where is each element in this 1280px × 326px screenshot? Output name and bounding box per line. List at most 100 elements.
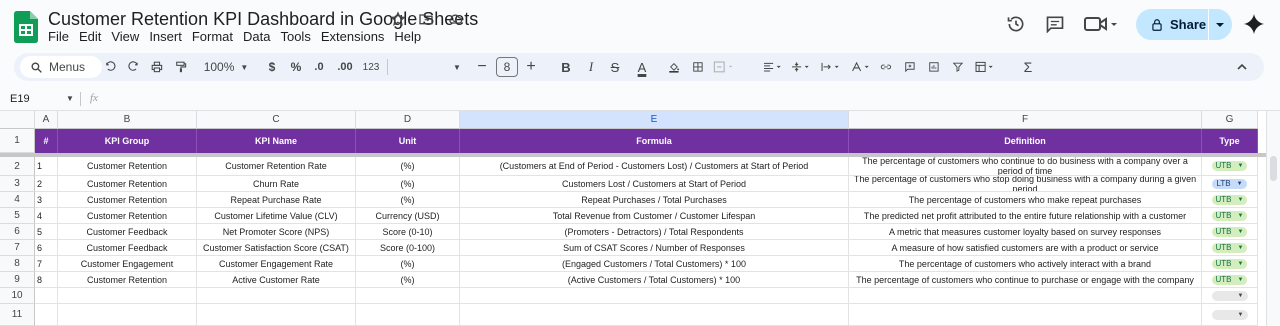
column-header-e[interactable]: E — [460, 111, 849, 129]
cell-col-e-row4[interactable]: Repeat Purchases / Total Purchases — [460, 192, 849, 208]
cell-col-g-row11[interactable]: ▼ — [1202, 304, 1258, 326]
strikethrough-button[interactable]: S — [608, 53, 622, 81]
menu-view[interactable]: View — [111, 29, 145, 44]
font-size-increase-button[interactable]: + — [524, 53, 538, 81]
column-header-d[interactable]: D — [356, 111, 460, 129]
meet-icon[interactable] — [1084, 14, 1120, 34]
percent-format-button[interactable]: % — [288, 53, 304, 81]
header-cell-col-d[interactable]: Unit — [356, 129, 460, 153]
menu-tools[interactable]: Tools — [280, 29, 316, 44]
share-button[interactable]: Share — [1136, 9, 1232, 40]
cell-col-d-row3[interactable]: (%) — [356, 176, 460, 192]
cell-col-a-row6[interactable]: 5 — [35, 224, 58, 240]
type-dropdown-chip[interactable]: UTB ▼ — [1211, 226, 1248, 237]
cell-col-f-row11[interactable] — [849, 304, 1202, 326]
vertical-align-icon[interactable] — [788, 53, 814, 81]
cell-col-g-row7[interactable]: UTB ▼ — [1202, 240, 1258, 256]
insert-comment-icon[interactable] — [902, 53, 918, 81]
undo-icon[interactable] — [102, 53, 120, 81]
cell-col-a-row11[interactable] — [35, 304, 58, 326]
type-dropdown-chip[interactable]: UTB ▼ — [1211, 210, 1248, 221]
comments-icon[interactable] — [1045, 14, 1065, 34]
share-dropdown-icon[interactable] — [1215, 20, 1225, 30]
cell-col-e-row8[interactable]: (Engaged Customers / Total Customers) * … — [460, 256, 849, 272]
history-icon[interactable] — [1006, 14, 1026, 34]
cell-col-d-row10[interactable] — [356, 288, 460, 304]
cell-col-g-row10[interactable]: ▼ — [1202, 288, 1258, 304]
cell-col-e-row9[interactable]: (Active Customers / Total Customers) * 1… — [460, 272, 849, 288]
cell-col-f-row8[interactable]: The percentage of customers who actively… — [849, 256, 1202, 272]
row-header-1[interactable]: 1 — [0, 129, 35, 153]
star-icon[interactable] — [390, 11, 406, 27]
zoom-select[interactable]: 100% ▼ — [200, 53, 252, 81]
cell-col-a-row3[interactable]: 2 — [35, 176, 58, 192]
cell-col-d-row11[interactable] — [356, 304, 460, 326]
cell-col-a-row4[interactable]: 3 — [35, 192, 58, 208]
spreadsheet-grid[interactable]: A B C D E F G 1 2 3 4 5 6 7 8 9 10 11 # KPI Group KPI Name Un… — [0, 111, 1266, 326]
cell-col-d-row9[interactable]: (%) — [356, 272, 460, 288]
menu-insert[interactable]: Insert — [149, 29, 188, 44]
cell-col-a-row9[interactable]: 8 — [35, 272, 58, 288]
cell-col-b-row4[interactable]: Customer Retention — [58, 192, 197, 208]
filter-icon[interactable] — [950, 53, 966, 81]
row-header-11[interactable]: 11 — [0, 304, 35, 326]
cell-col-c-row4[interactable]: Repeat Purchase Rate — [197, 192, 356, 208]
text-wrap-icon[interactable] — [818, 53, 844, 81]
cell-col-f-row4[interactable]: The percentage of customers who make rep… — [849, 192, 1202, 208]
redo-icon[interactable] — [124, 53, 142, 81]
type-dropdown-chip[interactable]: UTB ▼ — [1211, 194, 1248, 205]
increase-decimal-button[interactable]: .00 — [334, 53, 356, 81]
print-icon[interactable] — [148, 53, 166, 81]
cell-col-f-row5[interactable]: The predicted net profit attributed to t… — [849, 208, 1202, 224]
header-cell-col-a[interactable]: # — [35, 129, 58, 153]
insert-chart-icon[interactable] — [926, 53, 942, 81]
cell-col-b-row2[interactable]: Customer Retention — [58, 157, 197, 176]
cell-col-d-row2[interactable]: (%) — [356, 157, 460, 176]
font-size-decrease-button[interactable]: − — [475, 53, 489, 81]
cell-col-d-row7[interactable]: Score (0-100) — [356, 240, 460, 256]
font-size-input[interactable]: 8 — [496, 53, 518, 81]
cell-col-c-row6[interactable]: Net Promoter Score (NPS) — [197, 224, 356, 240]
currency-format-button[interactable]: $ — [264, 53, 280, 81]
insert-link-icon[interactable] — [878, 53, 894, 81]
collapse-toolbar-icon[interactable] — [1234, 53, 1250, 81]
scrollbar-thumb[interactable] — [1270, 156, 1277, 181]
cell-col-g-row6[interactable]: UTB ▼ — [1202, 224, 1258, 240]
column-header-g[interactable]: G — [1202, 111, 1258, 129]
cell-col-b-row3[interactable]: Customer Retention — [58, 176, 197, 192]
cell-col-e-row10[interactable] — [460, 288, 849, 304]
cell-col-b-row8[interactable]: Customer Engagement — [58, 256, 197, 272]
paint-format-icon[interactable] — [172, 53, 190, 81]
font-family-dropdown[interactable]: ▼ — [450, 53, 464, 81]
move-icon[interactable] — [418, 11, 434, 27]
cloud-status-icon[interactable] — [446, 11, 464, 27]
row-header-9[interactable]: 9 — [0, 272, 35, 288]
cell-col-g-row9[interactable]: UTB ▼ — [1202, 272, 1258, 288]
row-header-10[interactable]: 10 — [0, 288, 35, 304]
cell-col-d-row5[interactable]: Currency (USD) — [356, 208, 460, 224]
type-dropdown-chip[interactable]: ▼ — [1211, 290, 1248, 301]
cell-col-f-row2[interactable]: The percentage of customers who continue… — [849, 157, 1202, 176]
cell-col-d-row8[interactable]: (%) — [356, 256, 460, 272]
cell-col-a-row5[interactable]: 4 — [35, 208, 58, 224]
row-header-4[interactable]: 4 — [0, 192, 35, 208]
menu-help[interactable]: Help — [394, 29, 427, 44]
cell-col-f-row7[interactable]: A measure of how satisfied customers are… — [849, 240, 1202, 256]
row-header-2[interactable]: 2 — [0, 157, 35, 176]
more-formats-button[interactable]: 123 — [360, 53, 382, 81]
cell-col-f-row9[interactable]: The percentage of customers who continue… — [849, 272, 1202, 288]
cell-col-c-row7[interactable]: Customer Satisfaction Score (CSAT) — [197, 240, 356, 256]
cell-col-c-row5[interactable]: Customer Lifetime Value (CLV) — [197, 208, 356, 224]
cell-col-b-row11[interactable] — [58, 304, 197, 326]
cell-col-a-row7[interactable]: 6 — [35, 240, 58, 256]
type-dropdown-chip[interactable]: UTB ▼ — [1211, 161, 1248, 171]
vertical-scrollbar[interactable] — [1266, 111, 1280, 326]
cell-col-e-row11[interactable] — [460, 304, 849, 326]
row-header-6[interactable]: 6 — [0, 224, 35, 240]
menu-file[interactable]: File — [48, 29, 75, 44]
cell-col-f-row10[interactable] — [849, 288, 1202, 304]
gemini-icon[interactable] — [1243, 13, 1265, 35]
cell-col-b-row10[interactable] — [58, 288, 197, 304]
menu-data[interactable]: Data — [243, 29, 276, 44]
cell-col-a-row10[interactable] — [35, 288, 58, 304]
